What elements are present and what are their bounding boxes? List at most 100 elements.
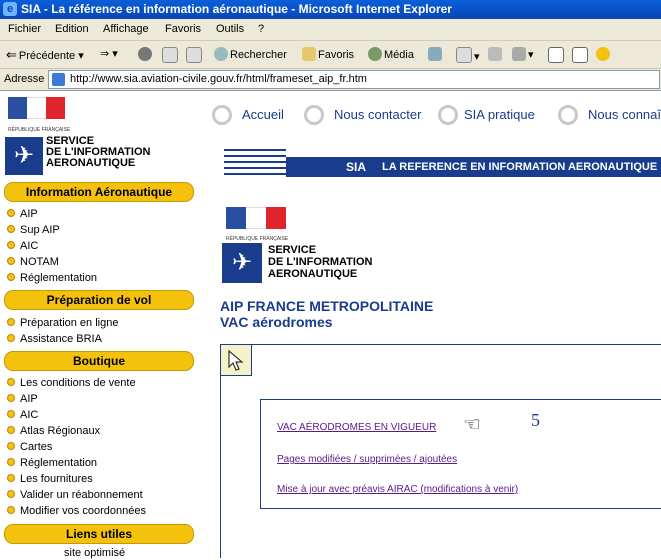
forward-button[interactable]: ⇒ ▾ bbox=[100, 47, 118, 60]
nav-accueil[interactable]: Accueil bbox=[242, 107, 284, 122]
nav-sia-pratique[interactable]: SIA pratique bbox=[464, 107, 535, 122]
bullet-icon bbox=[7, 490, 15, 498]
sidebar-item-conditions-de-vente[interactable]: Les conditions de vente bbox=[7, 377, 136, 390]
bullet-icon bbox=[7, 410, 15, 418]
sidebar-item-boutique-aic[interactable]: AIC bbox=[7, 409, 38, 422]
sia-banner: SIA LA REFERENCE EN INFORMATION AERONAUT… bbox=[286, 157, 661, 177]
smiley-button[interactable] bbox=[596, 47, 612, 61]
republic-label: RÉPUBLIQUE FRANÇAISE bbox=[226, 236, 289, 242]
refresh-icon bbox=[162, 47, 178, 63]
banner-sia: SIA bbox=[346, 160, 367, 174]
stop-icon bbox=[138, 47, 152, 61]
section-preparation-de-vol: Préparation de vol bbox=[4, 290, 194, 310]
smiley-icon bbox=[596, 47, 610, 61]
history-button[interactable] bbox=[428, 47, 444, 61]
menu-bar: Fichier Edition Affichage Favoris Outils… bbox=[0, 19, 661, 41]
nav-nous-contacter[interactable]: Nous contacter bbox=[334, 107, 421, 122]
edit-icon bbox=[512, 47, 526, 61]
links-box: VAC AÉRODROMES EN VIGUEUR ☜ 5 Pages modi… bbox=[260, 399, 661, 509]
edit-button[interactable]: ▾ bbox=[512, 47, 534, 61]
banner-tagline: LA REFERENCE EN INFORMATION AERONAUTIQUE bbox=[382, 161, 658, 173]
bullet-icon bbox=[7, 442, 15, 450]
bullet-icon bbox=[7, 273, 15, 281]
mail-button[interactable]: ▾ bbox=[456, 47, 480, 63]
sidebar-item-notam[interactable]: NOTAM bbox=[7, 256, 59, 269]
address-input[interactable]: http://www.sia.aviation-civile.gouv.fr/h… bbox=[48, 70, 660, 89]
sidebar-item-modifier-coordonnees[interactable]: Modifier vos coordonnées bbox=[7, 505, 146, 518]
messenger-icon bbox=[572, 47, 588, 63]
cursor-arrow-icon bbox=[221, 345, 252, 376]
link-mise-a-jour-airac[interactable]: Mise à jour avec préavis AIRAC (modifica… bbox=[277, 484, 518, 495]
bullet-icon bbox=[7, 426, 15, 434]
sidebar-item-aip[interactable]: AIP bbox=[7, 208, 38, 221]
discuss-icon bbox=[548, 47, 564, 63]
plane-logo-icon: ✈ bbox=[222, 243, 262, 283]
pointing-hand-icon: ☜ bbox=[463, 414, 481, 436]
discuss-button[interactable] bbox=[548, 47, 566, 63]
bullet-icon bbox=[7, 209, 15, 217]
page-title: AIP FRANCE METROPOLITAINE VAC aérodromes bbox=[220, 298, 433, 330]
favorites-icon bbox=[302, 47, 316, 61]
banner-stripe bbox=[224, 167, 286, 169]
sidebar-item-atlas-regionaux[interactable]: Atlas Régionaux bbox=[7, 425, 100, 438]
menu-outils[interactable]: Outils bbox=[216, 23, 244, 35]
sidebar-item-valider-reabonnement[interactable]: Valider un réabonnement bbox=[7, 489, 143, 502]
section-boutique: Boutique bbox=[4, 351, 194, 371]
media-button[interactable]: Média bbox=[368, 47, 414, 61]
page-icon bbox=[52, 73, 65, 86]
menu-edition[interactable]: Edition bbox=[55, 23, 89, 35]
link-pages-modifiees[interactable]: Pages modifiées / supprimées / ajoutées bbox=[277, 454, 457, 465]
menu-fichier[interactable]: Fichier bbox=[8, 23, 41, 35]
service-line1: SERVICE bbox=[268, 244, 317, 256]
bullet-icon bbox=[7, 378, 15, 386]
refresh-button[interactable] bbox=[162, 47, 180, 63]
back-arrow-icon: ⇐ bbox=[6, 47, 17, 62]
nav-nous-connaitre[interactable]: Nous connaî bbox=[588, 107, 661, 122]
bullet-icon bbox=[7, 334, 15, 342]
bullet-icon bbox=[7, 225, 15, 233]
bullet-icon bbox=[7, 458, 15, 466]
nav-contact-icon bbox=[304, 105, 324, 125]
search-button[interactable]: Rechercher bbox=[214, 47, 287, 61]
home-button[interactable] bbox=[186, 47, 204, 63]
stop-button[interactable] bbox=[138, 47, 154, 61]
nav-sia-pratique-icon bbox=[438, 105, 458, 125]
window-title: SIA - La référence en information aérona… bbox=[21, 2, 452, 16]
sidebar-item-aic[interactable]: AIC bbox=[7, 240, 38, 253]
sidebar-item-sup-aip[interactable]: Sup AIP bbox=[7, 224, 60, 237]
sidebar-item-preparation-en-ligne[interactable]: Préparation en ligne bbox=[7, 317, 118, 330]
french-flag-logo bbox=[8, 97, 65, 119]
republic-label: RÉPUBLIQUE FRANÇAISE bbox=[8, 127, 71, 133]
service-line3: AERONAUTIQUE bbox=[46, 157, 136, 169]
service-name: SERVICE DE L'INFORMATION AERONAUTIQUE bbox=[46, 136, 150, 169]
title-bar: e SIA - La référence en information aéro… bbox=[0, 0, 661, 19]
bullet-icon bbox=[7, 318, 15, 326]
link-vac-en-vigueur[interactable]: VAC AÉRODROMES EN VIGUEUR bbox=[277, 422, 436, 433]
content-frame: Accueil Nous contacter SIA pratique Nous… bbox=[200, 91, 661, 558]
sidebar-item-boutique-aip[interactable]: AIP bbox=[7, 393, 38, 406]
sidebar-item-boutique-reglementation[interactable]: Réglementation bbox=[7, 457, 97, 470]
menu-favoris[interactable]: Favoris bbox=[165, 23, 201, 35]
address-bar: Adresse http://www.sia.aviation-civile.g… bbox=[0, 69, 661, 91]
service-line2: DE L'INFORMATION bbox=[268, 256, 373, 268]
favorites-button[interactable]: Favoris bbox=[302, 47, 354, 61]
nav-accueil-icon bbox=[212, 105, 232, 125]
print-button[interactable] bbox=[488, 47, 504, 61]
media-icon bbox=[368, 47, 382, 61]
sidebar-item-cartes[interactable]: Cartes bbox=[7, 441, 52, 454]
menu-help[interactable]: ? bbox=[258, 23, 264, 35]
plane-logo-icon: ✈ bbox=[5, 137, 43, 175]
banner-stripe bbox=[224, 149, 286, 151]
sidebar-item-reglementation[interactable]: Réglementation bbox=[7, 272, 97, 285]
menu-affichage[interactable]: Affichage bbox=[103, 23, 149, 35]
messenger-button[interactable] bbox=[572, 47, 590, 63]
back-button[interactable]: ⇐ Précédente ▾ bbox=[6, 47, 84, 62]
bullet-icon bbox=[7, 394, 15, 402]
left-frame: RÉPUBLIQUE FRANÇAISE ✈ SERVICE DE L'INFO… bbox=[0, 91, 200, 559]
service-name: SERVICE DE L'INFORMATION AERONAUTIQUE bbox=[268, 244, 372, 280]
toolbar: ⇐ Précédente ▾ ⇒ ▾ Rechercher Favoris Méd… bbox=[0, 41, 661, 69]
sidebar-item-assistance-bria[interactable]: Assistance BRIA bbox=[7, 333, 102, 346]
address-url: http://www.sia.aviation-civile.gouv.fr/h… bbox=[70, 73, 367, 85]
sidebar-item-fournitures[interactable]: Les fournitures bbox=[7, 473, 93, 486]
heading-aip-france: AIP FRANCE METROPOLITAINE bbox=[220, 298, 434, 314]
